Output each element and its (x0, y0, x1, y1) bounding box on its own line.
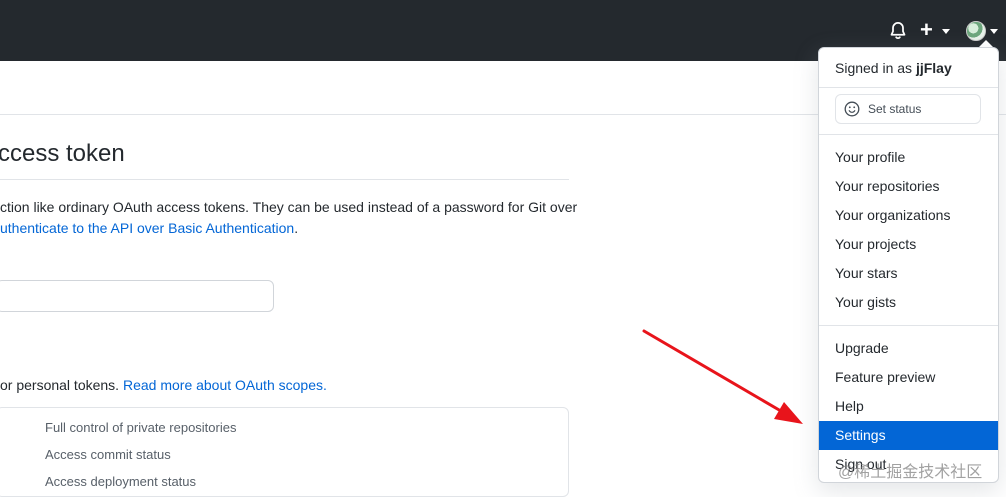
menu-divider (819, 325, 998, 326)
description-end: . (294, 220, 299, 236)
scope-repo-status[interactable]: Access commit status (45, 447, 171, 462)
avatar[interactable] (966, 21, 986, 41)
basic-auth-link[interactable]: uthenticate to the API over Basic Authen… (0, 220, 294, 236)
smiley-icon (844, 101, 860, 117)
signed-in-text: Signed in as jjFlay (835, 60, 952, 76)
username: jjFlay (915, 60, 952, 76)
token-description: ction like ordinary OAuth access tokens.… (0, 197, 580, 239)
set-status-label: Set status (868, 102, 922, 116)
watermark: @稀土掘金技术社区 (838, 464, 983, 481)
scopes-text: or personal tokens. (0, 377, 123, 393)
set-status-button[interactable]: Set status (835, 94, 981, 124)
oauth-scopes-link[interactable]: Read more about OAuth scopes. (123, 377, 327, 393)
description-line: ction like ordinary OAuth access tokens.… (0, 199, 578, 215)
chevron-down-icon (942, 29, 950, 34)
menu-your-projects[interactable]: Your projects (819, 230, 998, 259)
title-divider (0, 179, 569, 180)
menu-settings[interactable]: Settings (819, 421, 998, 450)
menu-feature-preview[interactable]: Feature preview (819, 363, 998, 392)
menu-divider (819, 87, 998, 88)
menu-your-repositories[interactable]: Your repositories (819, 172, 998, 201)
scopes-description: or personal tokens. Read more about OAut… (0, 377, 327, 393)
token-note-input[interactable] (0, 280, 274, 312)
user-dropdown-menu: Signed in as jjFlay Set status Your prof… (818, 47, 999, 483)
menu-upgrade[interactable]: Upgrade (819, 334, 998, 363)
menu-your-profile[interactable]: Your profile (819, 143, 998, 172)
menu-your-organizations[interactable]: Your organizations (819, 201, 998, 230)
menu-divider (819, 134, 998, 135)
menu-your-gists[interactable]: Your gists (819, 288, 998, 317)
chevron-down-icon (990, 29, 998, 34)
bell-icon[interactable] (888, 21, 908, 41)
scope-repo[interactable]: Full control of private repositories (45, 420, 236, 435)
menu-your-stars[interactable]: Your stars (819, 259, 998, 288)
plus-icon[interactable]: + (920, 19, 933, 41)
page-title: ccess token (0, 140, 125, 167)
menu-help[interactable]: Help (819, 392, 998, 421)
scope-repo-deployment[interactable]: Access deployment status (45, 474, 196, 489)
scopes-list: Full control of private repositories Acc… (0, 407, 569, 497)
